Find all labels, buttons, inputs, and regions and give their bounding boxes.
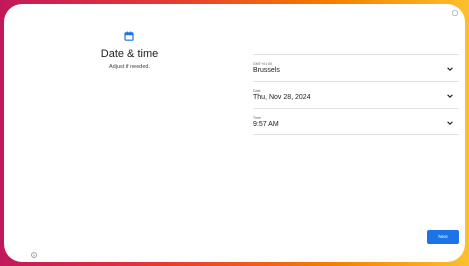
accessibility-icon[interactable] [451,9,459,17]
time-dropdown[interactable]: Time 9:57 AM [253,108,459,135]
calendar-icon [124,31,134,41]
chevron-down-icon [447,94,453,98]
date-time-fields: GMT+01:00 Brussels Date Thu, Nov 28, 202… [253,54,459,135]
time-value: 9:57 AM [253,121,279,128]
timezone-dropdown[interactable]: GMT+01:00 Brussels [253,54,459,81]
chevron-down-icon [447,121,453,125]
timezone-value: Brussels [253,67,280,74]
time-label: Time [253,116,261,120]
date-dropdown[interactable]: Date Thu, Nov 28, 2024 [253,81,459,108]
date-value: Thu, Nov 28, 2024 [253,94,311,101]
page-title: Date & time [100,48,159,60]
page-subtitle: Adjust if needed. [109,64,150,70]
date-label: Date [253,89,261,93]
next-button[interactable]: Next [427,230,459,244]
setup-screen: Date & time Adjust if needed. GMT+01:00 … [4,4,465,262]
info-icon[interactable] [31,252,37,258]
chevron-down-icon [447,67,453,71]
timezone-label: GMT+01:00 [253,62,273,66]
